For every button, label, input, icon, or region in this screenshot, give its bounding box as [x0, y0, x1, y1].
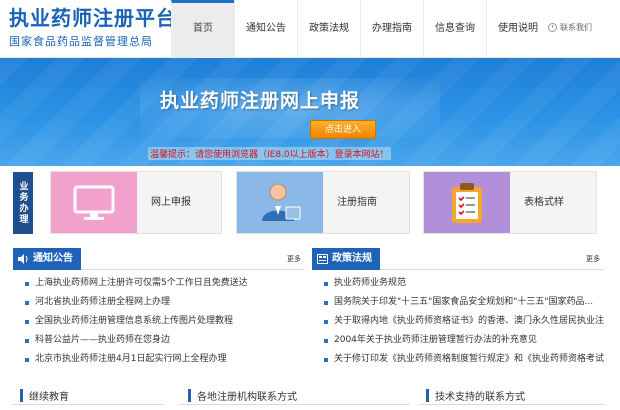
bullet-icon	[324, 300, 328, 305]
agencies-contact-label: 各地注册机构联系方式	[197, 391, 297, 403]
browser-warning: 温馨提示：请您使用浏览器（IE8.0以上版本）登录本网站！	[148, 147, 391, 160]
tech-support-heading[interactable]: 技术支持的联系方式	[426, 387, 525, 403]
banner-title: 执业药师注册网上申报	[160, 90, 361, 112]
policies-title: 政策法规	[332, 253, 372, 264]
main-nav: 首页 通知公告 政策法规 办理指南 信息查询 使用说明	[171, 0, 549, 58]
notice-item[interactable]: 全国执业药师注册管理信息系统上传图片处理教程	[13, 312, 305, 331]
bullet-icon	[25, 319, 29, 324]
bullet-icon	[25, 357, 29, 362]
monitor-icon	[73, 185, 115, 220]
policy-item[interactable]: 关于取得内地《执业药师资格证书》的香港、澳门永久性居民执业注...	[312, 312, 604, 331]
notices-more-link[interactable]: 更多	[287, 254, 301, 264]
business-label: 业务办理	[13, 172, 33, 234]
bullet-icon	[324, 357, 328, 362]
section-marker-icon	[20, 388, 23, 402]
user-guide-icon	[262, 183, 301, 221]
policies-more-link[interactable]: 更多	[586, 254, 600, 264]
form-template-label: 表格式样	[524, 197, 564, 208]
policy-item[interactable]: 执业药师业务规范	[312, 274, 604, 293]
policies-header: 政策法规 更多	[312, 248, 604, 270]
policies-tab[interactable]: 政策法规	[312, 248, 380, 270]
bullet-icon	[324, 319, 328, 324]
notices-title: 通知公告	[33, 253, 73, 264]
nav-notices[interactable]: 通知公告	[234, 0, 297, 58]
policy-item[interactable]: 2004年关于执业药师注册管理暂行办法的补充意见	[312, 331, 604, 350]
book-icon	[317, 254, 328, 264]
bullet-icon	[25, 338, 29, 343]
notice-item[interactable]: 科普公益片——执业药师在您身边	[13, 331, 305, 350]
continuing-education-label: 继续教育	[29, 391, 69, 403]
notice-item[interactable]: 河北省执业药师注册全程网上办理	[13, 293, 305, 312]
bullet-icon	[324, 281, 328, 286]
speaker-icon	[18, 254, 28, 264]
divider	[180, 404, 410, 405]
bullet-icon	[25, 300, 29, 305]
divider	[13, 404, 163, 405]
notices-tab[interactable]: 通知公告	[13, 248, 81, 270]
section-marker-icon	[188, 388, 191, 402]
policy-item[interactable]: 关于修订印发《执业药师资格制度暂行规定》和《执业药师资格考试...	[312, 350, 604, 369]
section-marker-icon	[426, 388, 429, 402]
site-title: 执业药师注册平台	[9, 6, 177, 30]
site-logo[interactable]: 执业药师注册平台 国家食品药品监督管理总局	[9, 6, 177, 49]
nav-home[interactable]: 首页	[171, 0, 234, 58]
nav-manual[interactable]: 使用说明	[486, 0, 549, 58]
divider	[420, 404, 604, 405]
info-icon	[548, 23, 557, 32]
header: 执业药师注册平台 国家食品药品监督管理总局 首页 通知公告 政策法规 办理指南 …	[0, 0, 620, 58]
policies-list: 执业药师业务规范 国务院关于印发"十三五"国家食品安全规划和"十三五"国家药品.…	[312, 274, 604, 369]
form-template-card[interactable]: 表格式样	[423, 171, 597, 234]
enter-button[interactable]: 点击进入	[310, 120, 376, 139]
notice-item[interactable]: 上海执业药师网上注册许可仅需5个工作日且免费送达	[13, 274, 305, 293]
notice-item[interactable]: 北京市执业药师注册4月1日起实行网上全程办理	[13, 350, 305, 369]
nav-policies[interactable]: 政策法规	[297, 0, 360, 58]
registration-guide-icon-bg	[237, 172, 323, 233]
contact-us-link[interactable]: 联系我们	[548, 22, 592, 33]
notices-header: 通知公告 更多	[13, 248, 305, 270]
bullet-icon	[324, 338, 328, 343]
registration-guide-card[interactable]: 注册指南	[236, 171, 410, 234]
registration-guide-label: 注册指南	[337, 197, 377, 208]
nav-guide[interactable]: 办理指南	[360, 0, 423, 58]
notices-list: 上海执业药师网上注册许可仅需5个工作日且免费送达 河北省执业药师注册全程网上办理…	[13, 274, 305, 369]
online-apply-card[interactable]: 网上申报	[50, 171, 222, 234]
clipboard-icon	[452, 182, 482, 223]
site-subtitle: 国家食品药品监督管理总局	[9, 35, 153, 48]
agencies-contact-heading[interactable]: 各地注册机构联系方式	[188, 387, 297, 403]
contact-us-label: 联系我们	[560, 23, 592, 32]
online-apply-label: 网上申报	[151, 197, 191, 208]
bullet-icon	[25, 281, 29, 286]
online-apply-icon-bg	[51, 172, 137, 233]
nav-query[interactable]: 信息查询	[423, 0, 486, 58]
policy-item[interactable]: 国务院关于印发"十三五"国家食品安全规划和"十三五"国家药品...	[312, 293, 604, 312]
tech-support-label: 技术支持的联系方式	[435, 391, 525, 403]
form-template-icon-bg	[424, 172, 510, 233]
continuing-education-heading[interactable]: 继续教育	[20, 387, 69, 403]
